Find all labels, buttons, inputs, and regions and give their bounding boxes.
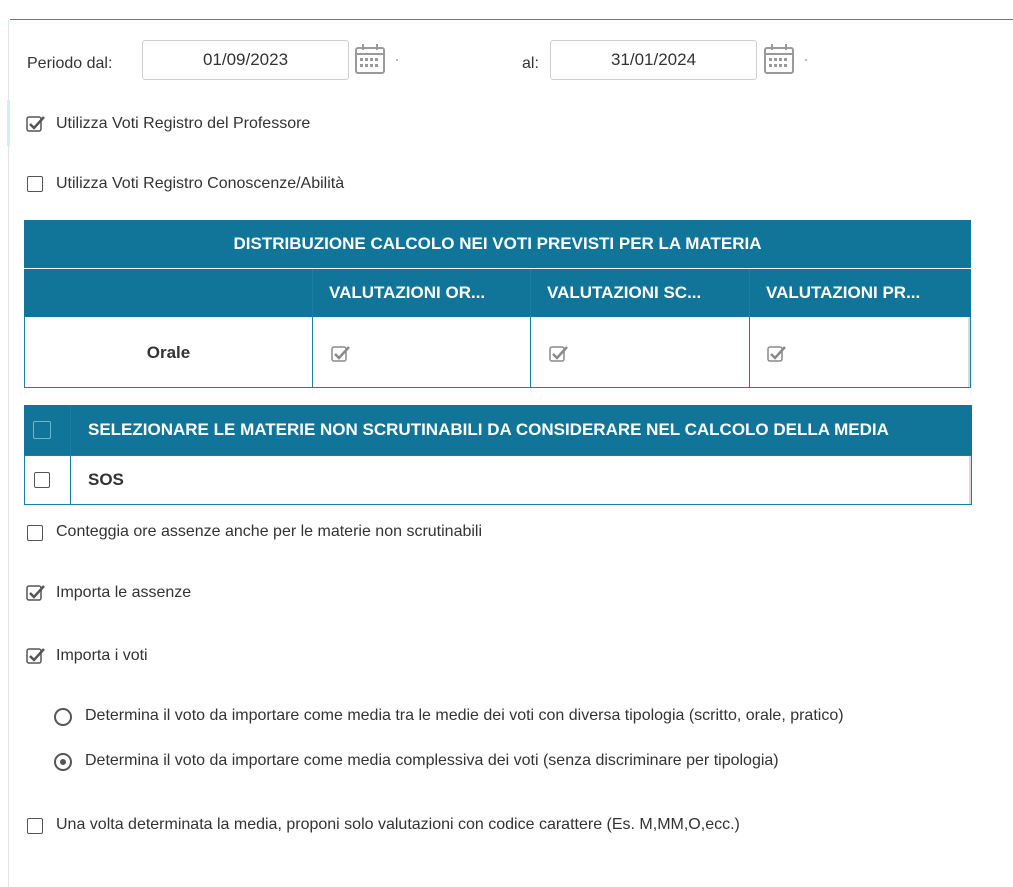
distribution-table-title: DISTRIBUZIONE CALCOLO NEI VOTI PREVISTI … — [24, 220, 971, 268]
col-divider — [749, 269, 750, 387]
registro-conoscenze-label: Utilizza Voti Registro Conoscenze/Abilit… — [56, 175, 345, 192]
registro-conoscenze-checkbox[interactable] — [27, 176, 43, 192]
table-edge — [969, 456, 971, 504]
orale-valutazioni-orali-checkbox[interactable] — [331, 345, 351, 363]
col-valutazioni-scritte[interactable]: VALUTAZIONI SC... — [531, 269, 749, 317]
header-separator — [24, 268, 971, 269]
importa-voti-checkbox[interactable] — [26, 647, 46, 665]
period-from-input[interactable]: 01/09/2023 — [142, 40, 349, 80]
sos-checkbox[interactable] — [34, 472, 50, 488]
period-to-label: al: — [522, 55, 539, 72]
non-scrutinabili-header: SELEZIONARE LE MATERIE NON SCRUTINABILI … — [88, 405, 970, 455]
radio-selected-dot — [60, 759, 66, 765]
col-divider — [312, 269, 313, 387]
period-to-input[interactable]: 31/01/2024 — [550, 40, 757, 80]
table-edge — [968, 317, 970, 387]
left-marker — [7, 100, 10, 146]
registro-professore-checkbox[interactable] — [26, 115, 46, 133]
conteggia-ore-label: Conteggia ore assenze anche per le mater… — [56, 523, 483, 540]
conteggia-ore-checkbox[interactable] — [27, 525, 43, 541]
radio-media-complessiva[interactable] — [54, 753, 72, 771]
col-valutazioni-orali[interactable]: VALUTAZIONI OR... — [313, 269, 530, 317]
radio-media-complessiva-label: Determina il voto da importare come medi… — [85, 752, 779, 769]
registro-professore-label: Utilizza Voti Registro del Professore — [56, 115, 311, 132]
importa-assenze-checkbox[interactable] — [26, 584, 46, 602]
row-label-sos: SOS — [88, 470, 124, 489]
select-all-checkbox[interactable] — [33, 421, 51, 439]
solo-codice-checkbox[interactable] — [27, 818, 43, 834]
spacer-dot — [396, 59, 398, 61]
top-divider — [10, 19, 1013, 20]
importa-voti-label: Importa i voti — [56, 647, 148, 664]
orale-valutazioni-scritte-checkbox[interactable] — [549, 345, 569, 363]
row-label-orale: Orale — [146, 343, 191, 362]
period-from-label: Periodo dal: — [27, 55, 113, 72]
radio-media-tipologia[interactable] — [54, 708, 72, 726]
spacer-dot — [805, 59, 807, 61]
calendar-icon[interactable] — [763, 43, 795, 75]
calendar-icon[interactable] — [354, 43, 386, 75]
col-divider — [530, 269, 531, 387]
radio-media-tipologia-label: Determina il voto da importare come medi… — [85, 707, 844, 724]
orale-valutazioni-pratiche-checkbox[interactable] — [767, 345, 787, 363]
col-valutazioni-pratiche[interactable]: VALUTAZIONI PR... — [750, 269, 969, 317]
left-divider — [8, 20, 9, 887]
importa-assenze-label: Importa le assenze — [56, 584, 192, 601]
distribution-col-empty — [24, 269, 312, 317]
solo-codice-label: Una volta determinata la media, proponi … — [56, 816, 740, 833]
